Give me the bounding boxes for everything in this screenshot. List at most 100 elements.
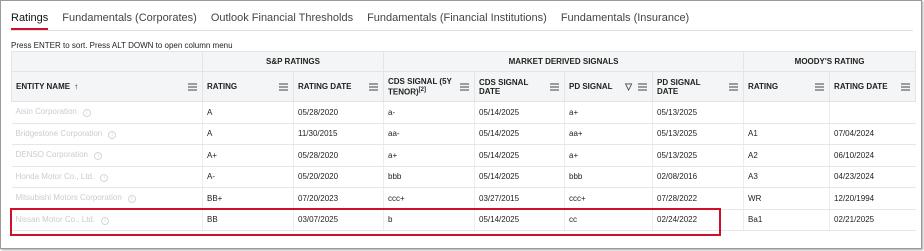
column-header-sp-rating[interactable]: RATING (202, 71, 294, 102)
tab-ratings[interactable]: Ratings (11, 8, 49, 30)
moodys-rating-date-cell (829, 101, 916, 124)
table-row: Nissan Motor Co., Ltd. i BB 03/07/2025 b … (11, 209, 916, 231)
table-row: DENSO Corporation i A+ 05/28/2020 a+ 05/1… (11, 144, 916, 167)
column-menu-icon[interactable] (279, 83, 288, 90)
sp-rating-cell: A (202, 123, 294, 145)
sp-rating-date-cell: 03/07/2025 (293, 209, 384, 231)
info-icon[interactable]: i (82, 109, 91, 118)
tab-fundamentals-financial-institutions[interactable]: Fundamentals (Financial Institutions) (367, 8, 547, 30)
info-icon[interactable]: i (101, 216, 110, 225)
sp-rating-date-cell: 05/28/2020 (293, 101, 384, 124)
pd-signal-date-cell: 05/13/2025 (651, 144, 744, 167)
info-icon[interactable]: i (100, 173, 109, 182)
table-row: Aisin Corporation i A 05/28/2020 a- 05/14… (11, 101, 916, 124)
group-header-moodys-rating: MOODY'S RATING (743, 51, 917, 72)
column-label: PD SIGNAL (569, 82, 613, 91)
entity-name-cell[interactable]: Bridgestone Corporation i (11, 123, 203, 145)
table-row: Honda Motor Co., Ltd. i A- 05/20/2020 bbb… (11, 166, 916, 188)
tab-outlook-financial-thresholds[interactable]: Outlook Financial Thresholds (211, 8, 353, 30)
column-label: RATING DATE (298, 82, 352, 91)
column-header-cds-signal[interactable]: CDS SIGNAL (5Y TENOR)[2] (383, 71, 475, 102)
table-row: Mitsubishi Motors Corporation i BB+ 07/20… (11, 187, 916, 210)
tab-fundamentals-corporates[interactable]: Fundamentals (Corporates) (62, 8, 197, 30)
column-label: CDS SIGNAL DATE (479, 77, 529, 96)
cds-signal-date-cell: 05/14/2025 (474, 166, 565, 188)
cds-signal-cell: a- (383, 101, 475, 124)
moodys-rating-date-cell: 07/04/2024 (829, 123, 916, 145)
column-header-cds-signal-date[interactable]: CDS SIGNAL DATE (474, 71, 565, 102)
tab-fundamentals-insurance[interactable]: Fundamentals (Insurance) (561, 8, 689, 30)
column-header-sp-rating-date[interactable]: RATING DATE (293, 71, 384, 102)
column-menu-icon[interactable] (550, 83, 559, 90)
tab-bar: Ratings Fundamentals (Corporates) Outloo… (11, 8, 703, 30)
cds-signal-date-cell: 05/14/2025 (474, 123, 565, 145)
entity-name-cell[interactable]: Nissan Motor Co., Ltd. i (11, 209, 203, 231)
column-header-moodys-rating-date[interactable]: RATING DATE (829, 71, 917, 102)
cds-signal-cell: a+ (383, 144, 475, 167)
entity-name-link[interactable]: Nissan Motor Co., Ltd. (16, 215, 96, 224)
column-menu-icon[interactable] (901, 83, 911, 90)
column-menu-icon[interactable] (638, 83, 647, 90)
pd-signal-date-cell: 07/28/2022 (651, 187, 744, 210)
pd-signal-cell: a+ (564, 101, 653, 124)
entity-name-cell[interactable]: Mitsubishi Motors Corporation i (11, 187, 203, 210)
column-menu-icon[interactable] (188, 83, 197, 90)
moodys-rating-cell (743, 101, 830, 124)
column-label: ENTITY NAME (16, 82, 71, 91)
column-menu-icon[interactable] (369, 83, 378, 90)
moodys-rating-cell: A1 (743, 123, 830, 145)
entity-name-link[interactable]: Aisin Corporation (16, 107, 77, 116)
cds-signal-date-cell: 03/27/2015 (474, 187, 565, 210)
moodys-rating-date-cell: 04/23/2024 (829, 166, 916, 188)
column-label: RATING (207, 82, 238, 91)
info-icon[interactable]: i (93, 152, 102, 161)
sp-rating-cell: A+ (202, 144, 294, 167)
column-header-moodys-rating[interactable]: RATING (743, 71, 831, 102)
group-header-sp-ratings: S&P RATINGS (202, 51, 384, 72)
entity-name-cell[interactable]: DENSO Corporation i (11, 144, 203, 167)
moodys-rating-cell: Ba1 (743, 209, 830, 231)
moodys-rating-date-cell: 12/20/1994 (829, 187, 916, 210)
filter-icon[interactable]: ▽ (625, 81, 632, 92)
column-header-entity-name[interactable]: ENTITY NAME ↑ (11, 71, 203, 102)
column-menu-icon[interactable] (729, 83, 739, 90)
sp-rating-cell: A (202, 101, 294, 124)
sp-rating-cell: A- (202, 166, 294, 188)
cds-signal-date-cell: 05/14/2025 (474, 209, 565, 231)
column-menu-icon[interactable] (460, 83, 469, 90)
moodys-rating-date-cell: 02/21/2025 (829, 209, 916, 231)
column-label: CDS SIGNAL (5Y TENOR)[2] (388, 77, 452, 97)
pd-signal-cell: cc (564, 209, 653, 231)
column-header-pd-signal-date[interactable]: PD SIGNAL DATE (651, 71, 745, 102)
info-icon[interactable]: i (127, 195, 136, 204)
cds-signal-cell: aa- (383, 123, 475, 145)
sp-rating-date-cell: 05/20/2020 (293, 166, 384, 188)
cds-signal-cell: b (383, 209, 475, 231)
info-icon[interactable]: i (108, 130, 117, 139)
pd-signal-date-cell: 02/08/2016 (651, 166, 744, 188)
pd-signal-date-cell: 02/24/2022 (651, 209, 744, 231)
column-header-pd-signal[interactable]: PD SIGNAL ▽ (564, 71, 653, 102)
pd-signal-cell: ccc+ (564, 187, 653, 210)
pd-signal-cell: bbb (564, 166, 653, 188)
ratings-panel: Ratings Fundamentals (Corporates) Outloo… (0, 0, 922, 249)
moodys-rating-cell: WR (743, 187, 830, 210)
entity-name-link[interactable]: Honda Motor Co., Ltd. (16, 172, 95, 181)
cds-signal-cell: bbb (383, 166, 475, 188)
sp-rating-date-cell: 11/30/2015 (293, 123, 384, 145)
entity-name-cell[interactable]: Aisin Corporation i (11, 101, 203, 124)
sp-rating-cell: BB (202, 209, 294, 231)
entity-name-link[interactable]: Mitsubishi Motors Corporation (16, 193, 122, 202)
column-menu-icon[interactable] (815, 83, 825, 90)
column-label: RATING (748, 82, 779, 91)
entity-name-link[interactable]: DENSO Corporation (16, 150, 88, 159)
moodys-rating-cell: A3 (743, 166, 830, 188)
entity-name-cell[interactable]: Honda Motor Co., Ltd. i (11, 166, 203, 188)
pd-signal-date-cell: 05/13/2025 (651, 123, 744, 145)
pd-signal-cell: aa+ (564, 123, 653, 145)
entity-name-link[interactable]: Bridgestone Corporation (16, 129, 103, 138)
cds-signal-date-cell: 05/14/2025 (474, 101, 565, 124)
sort-ascending-icon[interactable]: ↑ (74, 82, 78, 91)
sp-rating-cell: BB+ (202, 187, 294, 210)
footnote-marker[interactable]: [2] (419, 87, 426, 93)
